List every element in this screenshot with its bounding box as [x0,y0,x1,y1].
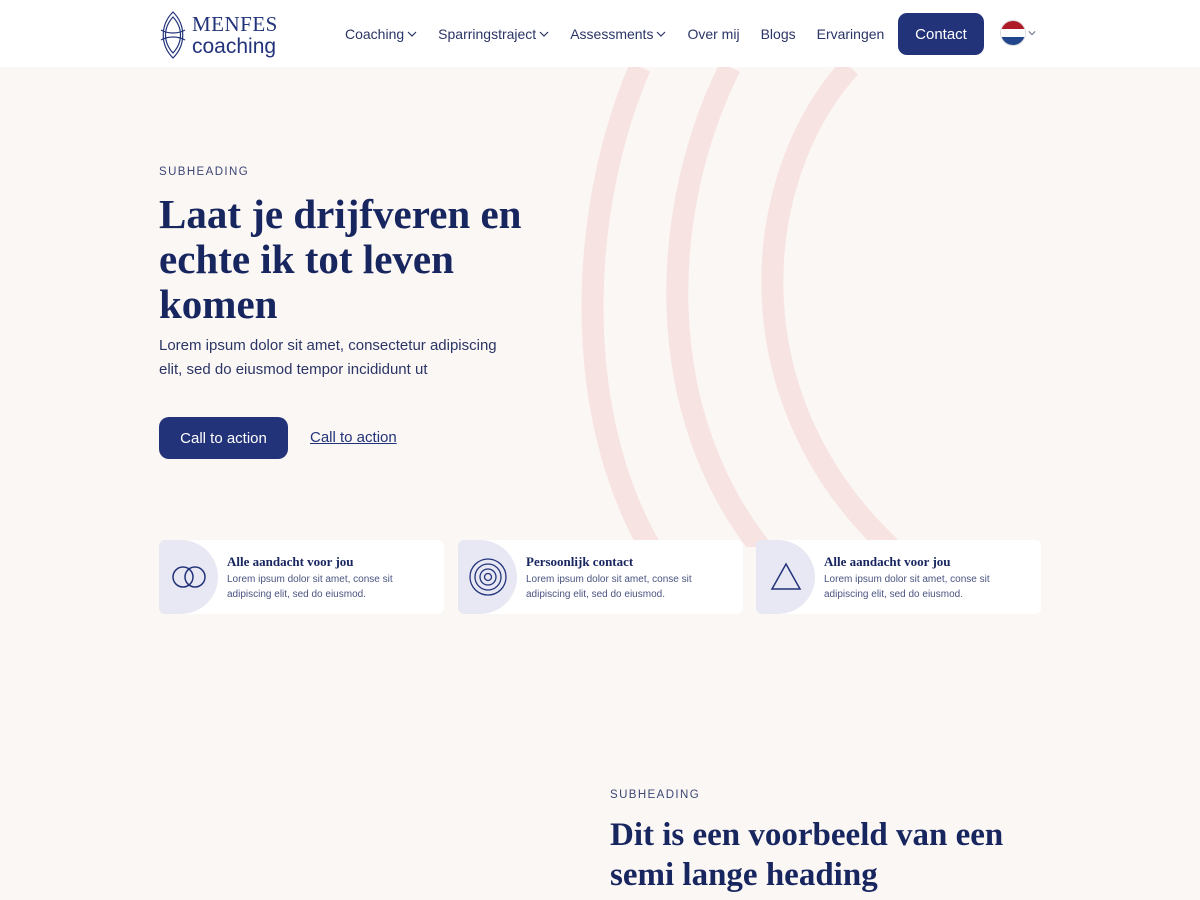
feature-text: Lorem ipsum dolor sit amet, conse sit ad… [824,574,990,600]
brand-subname: coaching [192,34,277,58]
interlocking-circles-icon [171,566,206,588]
feature-card: Alle aandacht voor jou Lorem ipsum dolor… [159,540,444,614]
chevron-down-icon [657,31,666,37]
chevron-down-icon [1028,31,1036,36]
hero-body: Lorem ipsum dolor sit amet, consectetur … [159,337,497,378]
target-circles-icon [468,558,507,596]
hero-subheading: SUBHEADING [159,166,250,178]
nav-item-ervaringen[interactable]: Ervaringen [817,26,885,42]
feature-card: Persoonlijk contact Lorem ipsum dolor si… [458,540,743,614]
feature-title: Persoonlijk contact [526,554,634,569]
section2-title: Dit is een voorbeeld van een semi lange … [610,817,1004,893]
nav-item-assessments[interactable]: Assessments [570,26,666,42]
feature-text: Lorem ipsum dolor sit amet, conse sit ad… [526,574,692,600]
language-selector[interactable] [1000,20,1036,46]
logo-mark-icon [160,11,186,59]
nav-item-blogs[interactable]: Blogs [761,26,796,42]
cta-secondary-link[interactable]: Call to action [310,429,397,446]
brand-logo[interactable]: MENFES coaching [158,10,278,60]
chevron-down-icon [539,31,549,37]
contact-button[interactable]: Contact [898,13,984,55]
decorative-arcs [581,67,898,547]
netherlands-flag-icon [1000,20,1026,46]
triangle-icon [770,562,801,590]
cta-primary-button[interactable]: Call to action [159,417,288,459]
feature-title: Alle aandacht voor jou [824,554,951,569]
nav-item-coaching[interactable]: Coaching [345,26,417,42]
hero-title: Laat je drijfveren en echte ik tot leven… [159,191,522,327]
feature-title: Alle aandacht voor jou [227,554,354,569]
site-header: MENFES coaching Coaching Sparringstrajec… [0,0,1200,67]
feature-text: Lorem ipsum dolor sit amet, conse sit ad… [227,574,393,600]
nav-item-over-mij[interactable]: Over mij [687,26,739,42]
nav-item-sparringstraject[interactable]: Sparringstraject [438,26,549,42]
brand-name: MENFES [192,11,278,36]
section2-subheading: SUBHEADING [610,789,701,801]
main-nav: Coaching Sparringstraject Assessments Ov… [345,0,905,67]
chevron-down-icon [407,31,417,37]
feature-card: Alle aandacht voor jou Lorem ipsum dolor… [756,540,1041,614]
